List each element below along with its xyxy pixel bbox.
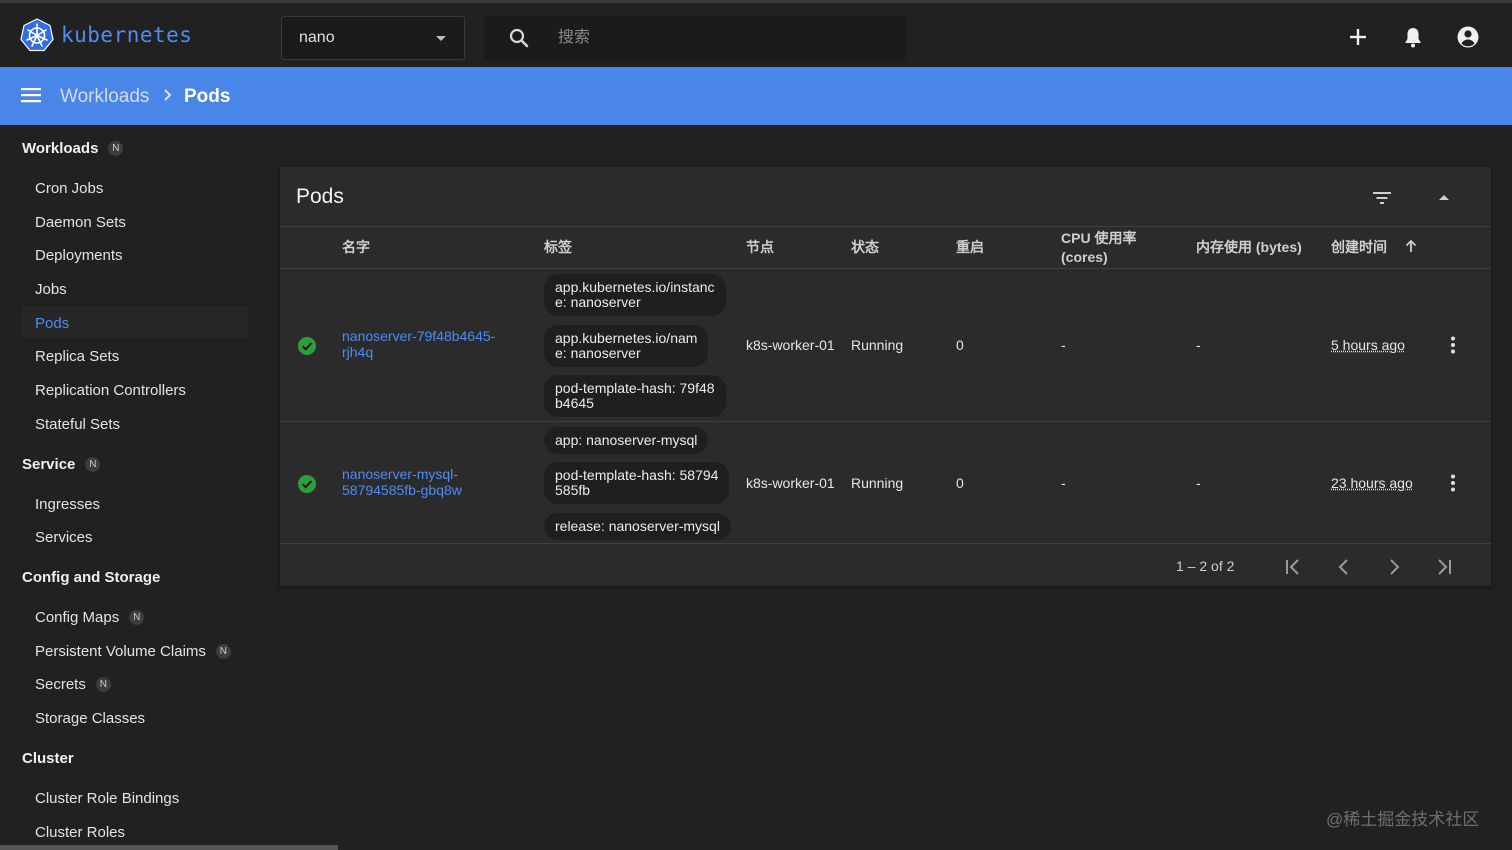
logo[interactable]: kubernetes: [20, 18, 192, 52]
last-page-icon[interactable]: [1432, 556, 1456, 578]
sidebar-item-pods[interactable]: Pods: [35, 315, 69, 332]
namespaced-badge: N: [85, 457, 101, 472]
pod-memory: -: [1196, 475, 1201, 491]
col-header-name[interactable]: 名字: [342, 238, 370, 257]
arrow-up-icon[interactable]: [1404, 238, 1418, 254]
pod-node: k8s-worker-01: [746, 337, 835, 353]
pagination-range: 1 – 2 of 2: [1176, 558, 1235, 574]
caret-down-icon: [436, 36, 446, 41]
sidebar-item-jobs[interactable]: Jobs: [35, 281, 67, 298]
sidebar-group-workloads[interactable]: Workloads N: [22, 140, 124, 157]
account-circle-icon[interactable]: [1456, 25, 1480, 49]
pod-status: Running: [851, 337, 904, 353]
col-header-labels: 标签: [544, 239, 572, 255]
more-vert-icon[interactable]: [1443, 334, 1463, 356]
sidebar-item-replica-sets[interactable]: Replica Sets: [35, 348, 119, 365]
label-chip: pod-template-hash: 58794 585fb: [544, 462, 730, 504]
sidebar-item-persistent-volume-claims[interactable]: Persistent Volume Claims N: [35, 643, 231, 660]
check-circle-icon: [298, 337, 316, 355]
next-page-icon[interactable]: [1382, 556, 1406, 578]
label-chip: app.kubernetes.io/instanc e: nanoserver: [544, 274, 726, 316]
pod-age: 5 hours ago: [1331, 337, 1405, 353]
divider: [280, 421, 1491, 422]
card-title: Pods: [296, 185, 344, 208]
breadcrumb-current: Pods: [184, 86, 231, 107]
first-page-icon[interactable]: [1281, 556, 1305, 578]
sidebar-item-daemon-sets[interactable]: Daemon Sets: [35, 214, 126, 231]
sidebar-item-storage-classes[interactable]: Storage Classes: [35, 710, 145, 727]
col-header-memory[interactable]: 内存使用 (bytes): [1196, 238, 1302, 257]
namespaced-badge: N: [95, 677, 111, 692]
sidebar-item-secrets[interactable]: Secrets N: [35, 676, 111, 693]
divider: [280, 226, 1491, 227]
watermark: @稀土掘金技术社区: [1326, 810, 1480, 829]
filter-icon[interactable]: [1370, 187, 1394, 209]
col-header-node[interactable]: 节点: [746, 238, 774, 257]
namespaced-badge: N: [129, 610, 145, 625]
previous-page-icon[interactable]: [1332, 556, 1356, 578]
namespace-value: nano: [299, 29, 335, 46]
label-chip: pod-template-hash: 79f48 b4645: [544, 375, 726, 417]
pod-age: 23 hours ago: [1331, 475, 1413, 491]
sidebar-item-stateful-sets[interactable]: Stateful Sets: [35, 416, 120, 433]
col-header-created[interactable]: 创建时间: [1331, 238, 1387, 257]
sidebar-item-cluster-role-bindings[interactable]: Cluster Role Bindings: [35, 790, 179, 807]
more-vert-icon[interactable]: [1443, 472, 1463, 494]
label-chip: app: nanoserver-mysql: [544, 427, 709, 454]
col-header-restarts[interactable]: 重启: [956, 238, 984, 257]
sidebar-group-cluster[interactable]: Cluster: [22, 750, 74, 767]
sidebar-item-cron-jobs[interactable]: Cron Jobs: [35, 180, 103, 197]
search-bar[interactable]: [484, 16, 906, 60]
sidebar: Workloads N Cron Jobs Daemon Sets Deploy…: [0, 125, 262, 850]
label-chip: release: nanoserver-mysql: [544, 513, 731, 540]
collapse-up-icon[interactable]: [1432, 187, 1456, 209]
sidebar-item-replication-controllers[interactable]: Replication Controllers: [35, 382, 186, 399]
search-icon: [509, 28, 529, 48]
divider: [280, 543, 1491, 544]
pod-restarts: 0: [956, 475, 964, 491]
chevron-right-icon: [164, 89, 172, 101]
col-header-cpu[interactable]: CPU 使用率 (cores): [1061, 229, 1136, 267]
menu-icon[interactable]: [20, 84, 42, 106]
breadcrumb-bar: Workloads Pods: [0, 67, 1512, 125]
sidebar-item-config-maps[interactable]: Config Maps N: [35, 609, 145, 626]
namespaced-badge: N: [215, 644, 231, 659]
sidebar-item-ingresses[interactable]: Ingresses: [35, 496, 100, 513]
namespaced-badge: N: [108, 141, 124, 156]
logo-text: kubernetes: [61, 23, 193, 47]
breadcrumb-workloads[interactable]: Workloads: [60, 86, 149, 108]
pod-name-link[interactable]: nanoserver-79f48b4645- rjh4q: [342, 328, 512, 360]
sidebar-scrollbar[interactable]: [0, 845, 338, 850]
sidebar-item-deployments[interactable]: Deployments: [35, 247, 123, 264]
pod-name-link[interactable]: nanoserver-mysql- 58794585fb-gbq8w: [342, 466, 512, 498]
sidebar-item-services[interactable]: Services: [35, 529, 93, 546]
notifications-bell-icon[interactable]: [1401, 25, 1425, 49]
col-header-status[interactable]: 状态: [851, 238, 879, 257]
pod-status: Running: [851, 475, 904, 491]
check-circle-icon: [298, 475, 316, 493]
namespace-select[interactable]: nano: [281, 16, 465, 60]
add-icon[interactable]: [1346, 25, 1370, 49]
kubernetes-logo-icon: [20, 18, 54, 52]
sidebar-group-config-storage[interactable]: Config and Storage: [22, 569, 160, 586]
pods-card: Pods 名字 标签 节点 状态 重启 CPU 使用率 (cores) 内存使用…: [280, 167, 1491, 586]
top-bar: kubernetes nano: [0, 0, 1512, 67]
pod-cpu: -: [1061, 337, 1066, 353]
pod-memory: -: [1196, 337, 1201, 353]
label-chip: app.kubernetes.io/nam e: nanoserver: [544, 325, 709, 367]
pod-restarts: 0: [956, 337, 964, 353]
pod-node: k8s-worker-01: [746, 475, 835, 491]
pod-cpu: -: [1061, 475, 1066, 491]
divider: [280, 268, 1491, 269]
sidebar-item-cluster-roles[interactable]: Cluster Roles: [35, 824, 125, 841]
search-input[interactable]: [558, 24, 888, 52]
sidebar-group-service[interactable]: Service N: [22, 456, 101, 473]
